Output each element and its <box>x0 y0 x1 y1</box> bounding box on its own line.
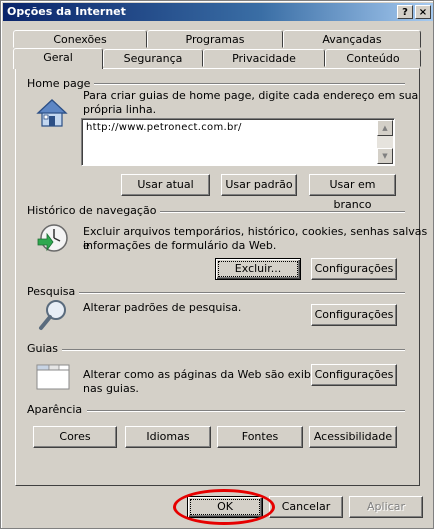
tabbed-window-icon <box>35 361 71 391</box>
tab-programas[interactable]: Programas <box>147 30 283 48</box>
history-divider <box>149 211 405 213</box>
delete-history-button[interactable]: Excluir... <box>215 258 301 280</box>
use-blank-button[interactable]: Usar em branco <box>309 174 396 211</box>
use-default-button[interactable]: Usar padrão <box>221 174 297 196</box>
accessibility-button[interactable]: Acessibilidade <box>309 426 397 448</box>
ok-highlight-annotation <box>173 489 275 525</box>
search-description: Alterar padrões de pesquisa. <box>83 301 242 314</box>
apply-button[interactable]: Aplicar <box>349 496 423 518</box>
history-heading: Histórico de navegação <box>27 204 161 217</box>
history-settings-button[interactable]: Configurações <box>311 258 397 280</box>
search-divider <box>77 292 405 294</box>
home-page-description-line2: própria linha. <box>83 103 157 116</box>
tabs-divider <box>61 349 405 351</box>
tabs-settings-button[interactable]: Configurações <box>311 364 397 386</box>
languages-button[interactable]: Idiomas <box>125 426 211 448</box>
home-page-url-input[interactable]: http://www.petronect.com.br/ ▲ ▼ <box>81 118 395 166</box>
tab-privacidade[interactable]: Privacidade <box>203 49 325 67</box>
internet-options-dialog: Opções da Internet ? × Conexões Programa… <box>0 0 434 529</box>
title-bar[interactable]: Opções da Internet ? × <box>3 3 433 21</box>
tab-seguranca[interactable]: Segurança <box>103 49 203 67</box>
home-page-url-scrollbar[interactable]: ▲ ▼ <box>377 120 393 164</box>
fonts-button[interactable]: Fontes <box>217 426 303 448</box>
search-settings-button[interactable]: Configurações <box>311 304 397 326</box>
help-button[interactable]: ? <box>397 5 413 19</box>
tab-conteudo[interactable]: Conteúdo <box>325 49 421 67</box>
history-clock-icon <box>35 221 69 255</box>
appearance-divider <box>87 410 405 412</box>
tab-conexoes[interactable]: Conexões <box>13 30 147 48</box>
window-title: Opções da Internet <box>7 5 126 18</box>
tab-geral[interactable]: Geral <box>13 48 103 69</box>
scroll-down-icon[interactable]: ▼ <box>377 148 393 164</box>
home-page-icon <box>35 97 69 129</box>
cancel-button[interactable]: Cancelar <box>269 496 343 518</box>
home-page-description-line1: Para criar guias de home page, digite ca… <box>83 89 419 102</box>
close-button[interactable]: × <box>415 5 431 19</box>
tabs-description-line1: Alterar como as páginas da Web são exibi… <box>83 368 334 381</box>
tabs-heading: Guias <box>27 342 63 355</box>
home-page-divider <box>83 83 405 85</box>
use-current-button[interactable]: Usar atual <box>121 174 210 196</box>
colors-button[interactable]: Cores <box>33 426 117 448</box>
scroll-up-icon[interactable]: ▲ <box>377 120 393 136</box>
tabs-description-line2: nas guias. <box>83 382 139 395</box>
magnifier-icon <box>37 298 69 332</box>
home-page-url-value: http://www.petronect.com.br/ <box>86 122 242 133</box>
search-heading: Pesquisa <box>27 285 80 298</box>
appearance-heading: Aparência <box>27 403 87 416</box>
history-description-line2: informações de formulário da Web. <box>83 239 277 252</box>
tab-avancadas[interactable]: Avançadas <box>283 30 421 48</box>
